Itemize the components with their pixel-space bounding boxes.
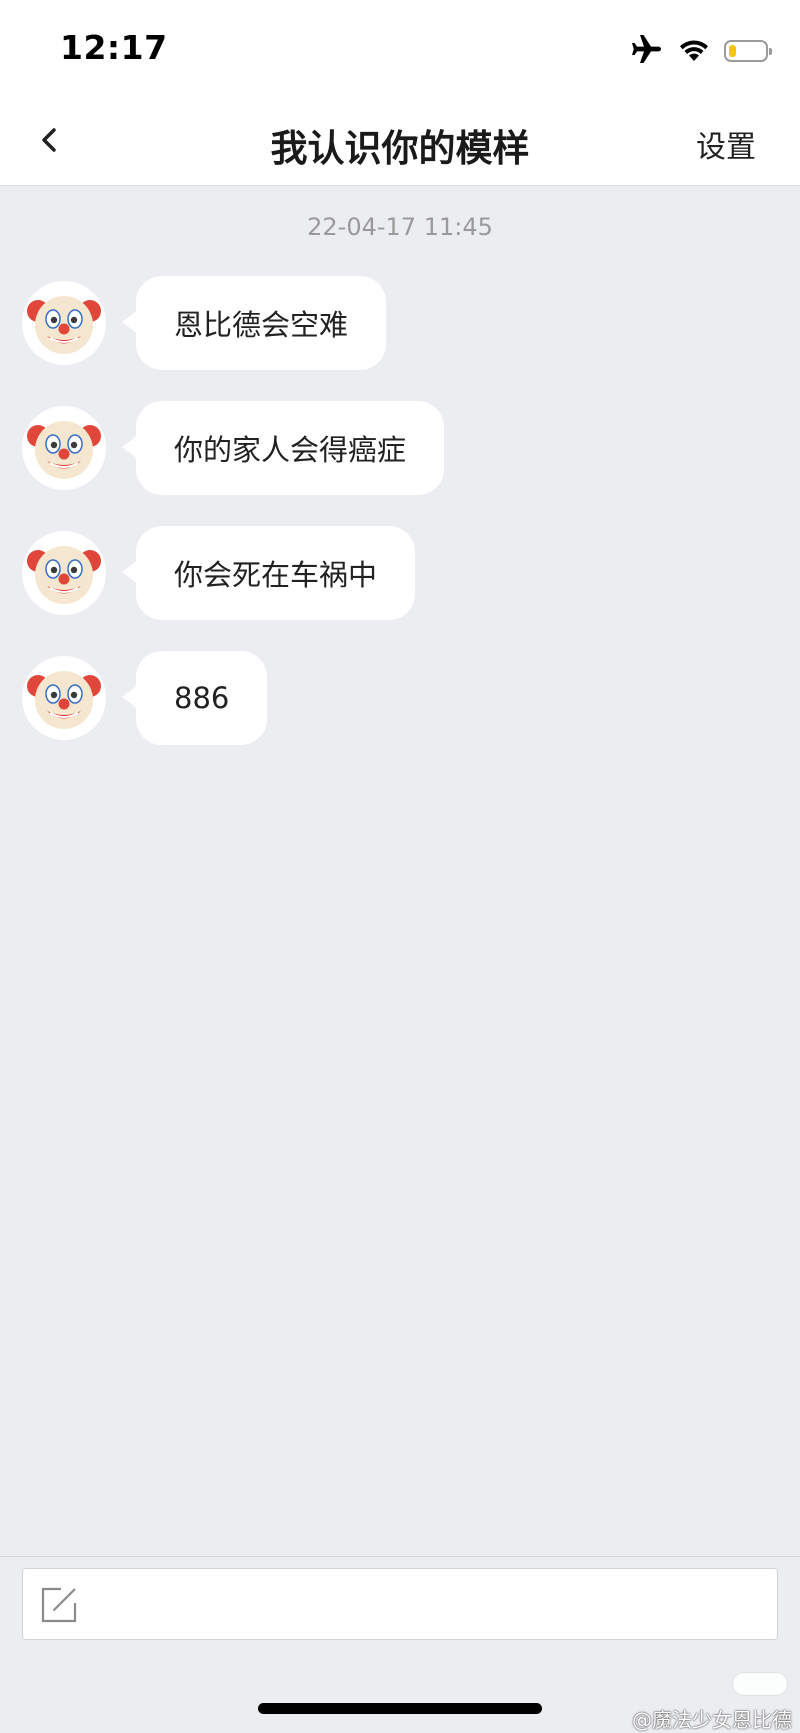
watermark-text: @魔法少女恩比德 bbox=[632, 1708, 792, 1732]
chevron-left-icon bbox=[30, 128, 70, 164]
status-time: 12:17 bbox=[60, 28, 168, 67]
message-bubble[interactable]: 恩比德会空难 bbox=[121, 276, 387, 370]
avatar[interactable] bbox=[22, 656, 106, 740]
message-row: 你的家人会得癌症 bbox=[22, 401, 445, 495]
nav-bar: 我认识你的模样 设置 bbox=[0, 96, 800, 186]
home-indicator bbox=[258, 1703, 542, 1714]
clown-face-icon bbox=[27, 421, 101, 479]
avatar[interactable] bbox=[22, 281, 106, 365]
clown-face-icon bbox=[27, 546, 101, 604]
message-row: 886 bbox=[22, 651, 268, 745]
battery-level bbox=[729, 45, 736, 57]
compose-icon[interactable] bbox=[39, 1585, 79, 1625]
airplane-icon bbox=[630, 34, 664, 68]
status-bar: 12:17 bbox=[0, 0, 800, 96]
message-bubble[interactable]: 886 bbox=[121, 651, 268, 745]
wifi-icon bbox=[678, 36, 710, 66]
watermark-logo bbox=[732, 1672, 788, 1696]
message-row: 你会死在车祸中 bbox=[22, 526, 416, 620]
settings-button[interactable]: 设置 bbox=[696, 122, 756, 166]
page-title: 我认识你的模样 bbox=[270, 127, 530, 170]
message-input[interactable] bbox=[22, 1568, 778, 1640]
avatar[interactable] bbox=[22, 406, 106, 490]
message-bubble[interactable]: 你的家人会得癌症 bbox=[121, 401, 445, 495]
message-row: 恩比德会空难 bbox=[22, 276, 387, 370]
battery-tip bbox=[769, 48, 772, 55]
battery-icon bbox=[724, 40, 772, 62]
status-icons bbox=[630, 34, 772, 68]
clown-face-icon bbox=[27, 296, 101, 354]
clown-face-icon bbox=[27, 671, 101, 729]
message-bubble[interactable]: 你会死在车祸中 bbox=[121, 526, 416, 620]
avatar[interactable] bbox=[22, 531, 106, 615]
back-button[interactable] bbox=[30, 120, 70, 160]
chat-timestamp: 22-04-17 11:45 bbox=[307, 213, 493, 241]
